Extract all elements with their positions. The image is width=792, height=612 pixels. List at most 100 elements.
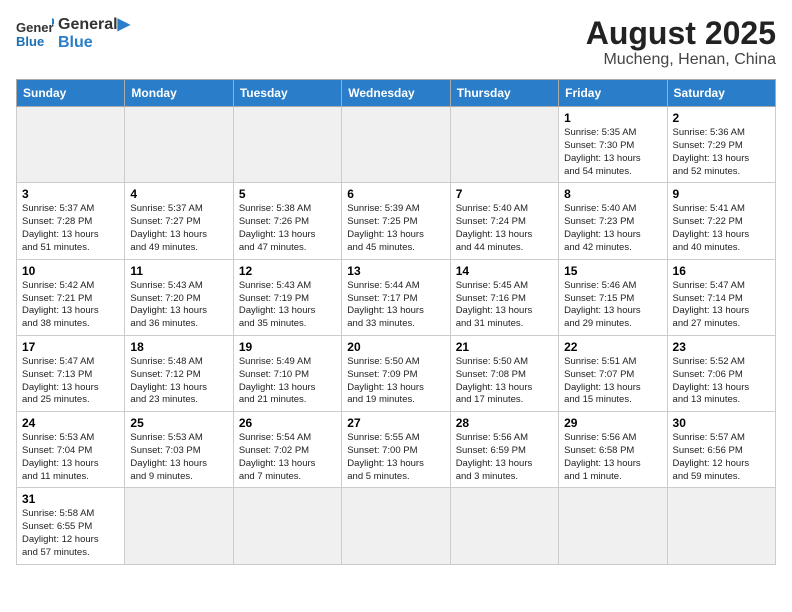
weekday-wednesday: Wednesday xyxy=(342,80,450,107)
calendar-cell: 10 Sunrise: 5:42 AM Sunset: 7:21 PM Dayli… xyxy=(17,259,125,335)
calendar-cell: 31 Sunrise: 5:58 AM Sunset: 6:55 PM Dayli… xyxy=(17,488,125,564)
header: General Blue General Blue General▶ Blue … xyxy=(16,16,776,69)
calendar-cell: 26Sunrise: 5:54 AM Sunset: 7:02 PM Dayli… xyxy=(233,412,341,488)
calendar-cell: 21 Sunrise: 5:50 AM Sunset: 7:08 PM Dayli… xyxy=(450,335,558,411)
calendar-cell: 9 Sunrise: 5:41 AM Sunset: 7:22 PM Daylig… xyxy=(667,183,775,259)
day-info: Sunrise: 5:37 AM Sunset: 7:28 PM Dayligh… xyxy=(22,203,119,254)
day-info: Sunrise: 5:52 AM Sunset: 7:06 PM Dayligh… xyxy=(673,356,770,407)
calendar-cell: 12 Sunrise: 5:43 AM Sunset: 7:19 PM Dayli… xyxy=(233,259,341,335)
calendar-cell: 19Sunrise: 5:49 AM Sunset: 7:10 PM Dayli… xyxy=(233,335,341,411)
day-info: Sunrise: 5:40 AM Sunset: 7:23 PM Dayligh… xyxy=(564,203,661,254)
day-number: 20 xyxy=(347,340,444,354)
day-info: Sunrise: 5:38 AM Sunset: 7:26 PM Dayligh… xyxy=(239,203,336,254)
calendar-cell xyxy=(125,488,233,564)
day-number: 24 xyxy=(22,416,119,430)
calendar-cell xyxy=(125,107,233,183)
day-info: Sunrise: 5:41 AM Sunset: 7:22 PM Dayligh… xyxy=(673,203,770,254)
calendar-cell: 29Sunrise: 5:56 AM Sunset: 6:58 PM Dayli… xyxy=(559,412,667,488)
calendar-cell xyxy=(450,107,558,183)
day-info: Sunrise: 5:40 AM Sunset: 7:24 PM Dayligh… xyxy=(456,203,553,254)
week-row-6: 31 Sunrise: 5:58 AM Sunset: 6:55 PM Dayli… xyxy=(17,488,776,564)
day-info: Sunrise: 5:56 AM Sunset: 6:58 PM Dayligh… xyxy=(564,432,661,483)
day-number: 12 xyxy=(239,264,336,278)
calendar-cell xyxy=(17,107,125,183)
calendar-cell: 27 Sunrise: 5:55 AM Sunset: 7:00 PM Dayli… xyxy=(342,412,450,488)
calendar-cell: 13Sunrise: 5:44 AM Sunset: 7:17 PM Dayli… xyxy=(342,259,450,335)
svg-text:General: General xyxy=(16,20,54,35)
day-info: Sunrise: 5:51 AM Sunset: 7:07 PM Dayligh… xyxy=(564,356,661,407)
calendar-cell: 15 Sunrise: 5:46 AM Sunset: 7:15 PM Dayli… xyxy=(559,259,667,335)
calendar-cell: 25Sunrise: 5:53 AM Sunset: 7:03 PM Dayli… xyxy=(125,412,233,488)
weekday-monday: Monday xyxy=(125,80,233,107)
calendar-cell: 22Sunrise: 5:51 AM Sunset: 7:07 PM Dayli… xyxy=(559,335,667,411)
day-number: 14 xyxy=(456,264,553,278)
day-number: 4 xyxy=(130,187,227,201)
calendar-cell xyxy=(342,107,450,183)
day-info: Sunrise: 5:55 AM Sunset: 7:00 PM Dayligh… xyxy=(347,432,444,483)
calendar-cell: 23 Sunrise: 5:52 AM Sunset: 7:06 PM Dayli… xyxy=(667,335,775,411)
day-number: 23 xyxy=(673,340,770,354)
calendar-cell: 11Sunrise: 5:43 AM Sunset: 7:20 PM Dayli… xyxy=(125,259,233,335)
day-number: 21 xyxy=(456,340,553,354)
calendar-cell: 1Sunrise: 5:35 AM Sunset: 7:30 PM Daylig… xyxy=(559,107,667,183)
calendar-cell: 24Sunrise: 5:53 AM Sunset: 7:04 PM Dayli… xyxy=(17,412,125,488)
calendar-cell: 8 Sunrise: 5:40 AM Sunset: 7:23 PM Daylig… xyxy=(559,183,667,259)
weekday-tuesday: Tuesday xyxy=(233,80,341,107)
week-row-5: 24Sunrise: 5:53 AM Sunset: 7:04 PM Dayli… xyxy=(17,412,776,488)
day-info: Sunrise: 5:56 AM Sunset: 6:59 PM Dayligh… xyxy=(456,432,553,483)
calendar-cell: 7Sunrise: 5:40 AM Sunset: 7:24 PM Daylig… xyxy=(450,183,558,259)
day-info: Sunrise: 5:49 AM Sunset: 7:10 PM Dayligh… xyxy=(239,356,336,407)
day-info: Sunrise: 5:58 AM Sunset: 6:55 PM Dayligh… xyxy=(22,508,119,559)
weekday-friday: Friday xyxy=(559,80,667,107)
calendar-cell xyxy=(559,488,667,564)
day-number: 27 xyxy=(347,416,444,430)
calendar-cell xyxy=(667,488,775,564)
day-info: Sunrise: 5:46 AM Sunset: 7:15 PM Dayligh… xyxy=(564,280,661,331)
day-number: 16 xyxy=(673,264,770,278)
calendar-cell: 4 Sunrise: 5:37 AM Sunset: 7:27 PM Daylig… xyxy=(125,183,233,259)
day-info: Sunrise: 5:44 AM Sunset: 7:17 PM Dayligh… xyxy=(347,280,444,331)
day-info: Sunrise: 5:47 AM Sunset: 7:13 PM Dayligh… xyxy=(22,356,119,407)
calendar-cell: 20 Sunrise: 5:50 AM Sunset: 7:09 PM Dayli… xyxy=(342,335,450,411)
calendar-cell: 28 Sunrise: 5:56 AM Sunset: 6:59 PM Dayli… xyxy=(450,412,558,488)
day-info: Sunrise: 5:39 AM Sunset: 7:25 PM Dayligh… xyxy=(347,203,444,254)
calendar-cell: 16Sunrise: 5:47 AM Sunset: 7:14 PM Dayli… xyxy=(667,259,775,335)
day-number: 15 xyxy=(564,264,661,278)
day-info: Sunrise: 5:57 AM Sunset: 6:56 PM Dayligh… xyxy=(673,432,770,483)
calendar-cell xyxy=(233,107,341,183)
day-info: Sunrise: 5:37 AM Sunset: 7:27 PM Dayligh… xyxy=(130,203,227,254)
title-block: August 2025 Mucheng, Henan, China xyxy=(586,16,776,69)
calendar-cell xyxy=(450,488,558,564)
day-info: Sunrise: 5:35 AM Sunset: 7:30 PM Dayligh… xyxy=(564,127,661,178)
weekday-thursday: Thursday xyxy=(450,80,558,107)
calendar-cell: 5Sunrise: 5:38 AM Sunset: 7:26 PM Daylig… xyxy=(233,183,341,259)
week-row-3: 10 Sunrise: 5:42 AM Sunset: 7:21 PM Dayli… xyxy=(17,259,776,335)
day-info: Sunrise: 5:42 AM Sunset: 7:21 PM Dayligh… xyxy=(22,280,119,331)
day-info: Sunrise: 5:54 AM Sunset: 7:02 PM Dayligh… xyxy=(239,432,336,483)
day-number: 3 xyxy=(22,187,119,201)
day-number: 30 xyxy=(673,416,770,430)
calendar-cell: 30 Sunrise: 5:57 AM Sunset: 6:56 PM Dayli… xyxy=(667,412,775,488)
day-number: 25 xyxy=(130,416,227,430)
calendar-cell xyxy=(342,488,450,564)
day-info: Sunrise: 5:48 AM Sunset: 7:12 PM Dayligh… xyxy=(130,356,227,407)
day-number: 10 xyxy=(22,264,119,278)
calendar-cell: 18Sunrise: 5:48 AM Sunset: 7:12 PM Dayli… xyxy=(125,335,233,411)
day-number: 28 xyxy=(456,416,553,430)
day-info: Sunrise: 5:50 AM Sunset: 7:08 PM Dayligh… xyxy=(456,356,553,407)
calendar-cell: 6Sunrise: 5:39 AM Sunset: 7:25 PM Daylig… xyxy=(342,183,450,259)
calendar-cell xyxy=(233,488,341,564)
day-number: 2 xyxy=(673,111,770,125)
day-info: Sunrise: 5:36 AM Sunset: 7:29 PM Dayligh… xyxy=(673,127,770,178)
day-number: 31 xyxy=(22,492,119,506)
calendar-cell: 14Sunrise: 5:45 AM Sunset: 7:16 PM Dayli… xyxy=(450,259,558,335)
week-row-2: 3 Sunrise: 5:37 AM Sunset: 7:28 PM Daylig… xyxy=(17,183,776,259)
calendar-cell: 2 Sunrise: 5:36 AM Sunset: 7:29 PM Daylig… xyxy=(667,107,775,183)
day-info: Sunrise: 5:43 AM Sunset: 7:20 PM Dayligh… xyxy=(130,280,227,331)
day-info: Sunrise: 5:50 AM Sunset: 7:09 PM Dayligh… xyxy=(347,356,444,407)
week-row-4: 17Sunrise: 5:47 AM Sunset: 7:13 PM Dayli… xyxy=(17,335,776,411)
month-year: August 2025 xyxy=(586,16,776,51)
day-number: 8 xyxy=(564,187,661,201)
day-number: 9 xyxy=(673,187,770,201)
day-info: Sunrise: 5:43 AM Sunset: 7:19 PM Dayligh… xyxy=(239,280,336,331)
